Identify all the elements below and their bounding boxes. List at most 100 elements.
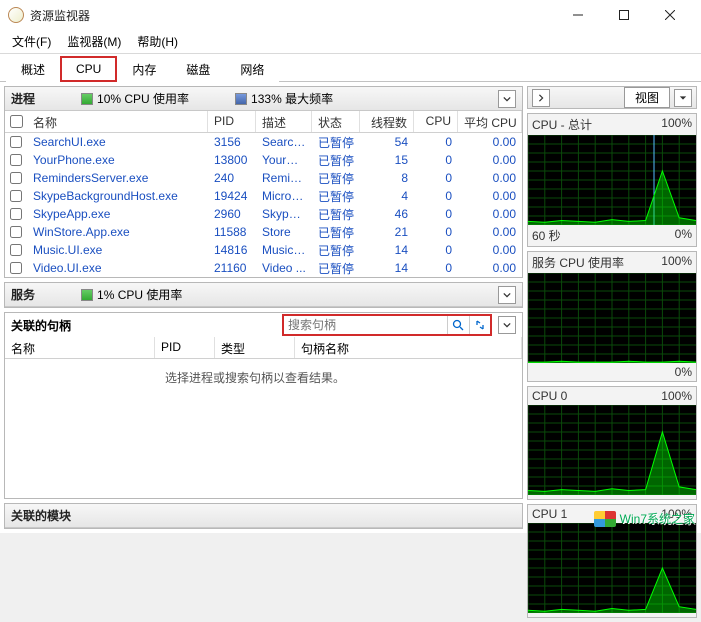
- tab-bar: 概述 CPU 内存 磁盘 网络: [0, 54, 701, 82]
- row-checkbox[interactable]: [10, 172, 22, 184]
- chart-canvas: [528, 273, 696, 363]
- table-row[interactable]: Video.UI.exe21160Video ...已暂停1400.00: [5, 259, 522, 277]
- menu-bar: 文件(F) 监视器(M) 帮助(H): [0, 30, 701, 54]
- cell-cpu: 0: [414, 225, 458, 239]
- select-all-checkbox[interactable]: [10, 115, 23, 128]
- row-checkbox[interactable]: [10, 208, 22, 220]
- tab-overview[interactable]: 概述: [6, 56, 60, 82]
- chart-max: 100%: [661, 389, 692, 403]
- col-avg[interactable]: 平均 CPU: [458, 111, 522, 132]
- cpu-meter-icon: [81, 93, 93, 105]
- cell-threads: 14: [360, 243, 414, 257]
- cell-cpu: 0: [414, 153, 458, 167]
- cell-avg: 0.00: [458, 261, 522, 275]
- table-row[interactable]: SkypeApp.exe2960SkypeA...已暂停4600.00: [5, 205, 522, 223]
- table-row[interactable]: WinStore.App.exe11588Store已暂停2100.00: [5, 223, 522, 241]
- cell-threads: 4: [360, 189, 414, 203]
- refresh-icon[interactable]: [469, 316, 491, 334]
- chart-title: CPU 1: [532, 507, 567, 521]
- cell-desc: Search ...: [256, 135, 312, 149]
- table-row[interactable]: YourPhone.exe13800YourPh...已暂停1500.00: [5, 151, 522, 169]
- view-button[interactable]: 视图: [624, 87, 670, 108]
- cell-avg: 0.00: [458, 189, 522, 203]
- col-cpu[interactable]: CPU: [414, 111, 458, 132]
- tab-memory[interactable]: 内存: [117, 56, 171, 82]
- table-row[interactable]: SearchUI.exe3156Search ...已暂停5400.00: [5, 133, 522, 151]
- row-checkbox[interactable]: [10, 244, 22, 256]
- cell-desc: Remin...: [256, 171, 312, 185]
- maximize-button[interactable]: [601, 0, 647, 30]
- hcol-hname[interactable]: 句柄名称: [295, 337, 522, 358]
- freq-meter-label: 133% 最大频率: [251, 90, 333, 107]
- hcol-name[interactable]: 名称: [5, 337, 155, 358]
- title-bar: 资源监视器: [0, 0, 701, 30]
- chart-max: 100%: [661, 254, 692, 271]
- search-icon[interactable]: [447, 316, 469, 334]
- hcol-type[interactable]: 类型: [215, 337, 295, 358]
- row-checkbox[interactable]: [10, 262, 22, 274]
- table-row[interactable]: SkypeBackgroundHost.exe19424Micros...已暂停…: [5, 187, 522, 205]
- handles-search-input[interactable]: [284, 318, 447, 332]
- col-threads[interactable]: 线程数: [360, 111, 414, 132]
- close-button[interactable]: [647, 0, 693, 30]
- row-checkbox[interactable]: [10, 136, 22, 148]
- cell-threads: 54: [360, 135, 414, 149]
- cell-status: 已暂停: [312, 170, 360, 187]
- menu-monitor[interactable]: 监视器(M): [59, 31, 129, 52]
- chart-title: 服务 CPU 使用率: [532, 254, 624, 271]
- chart-block: CPU - 总计100%60 秒0%: [527, 113, 697, 247]
- cell-avg: 0.00: [458, 243, 522, 257]
- col-status[interactable]: 状态: [312, 111, 360, 132]
- row-checkbox[interactable]: [10, 226, 22, 238]
- cpu-meter-label: 10% CPU 使用率: [97, 90, 189, 107]
- freq-meter-icon: [235, 93, 247, 105]
- handles-panel: 关联的句柄 名称 PID 类型 句柄名称 选择进程或搜索句柄以查看结果。: [4, 312, 523, 499]
- menu-help[interactable]: 帮助(H): [129, 31, 186, 52]
- chart-canvas: [528, 523, 696, 613]
- menu-file[interactable]: 文件(F): [4, 31, 59, 52]
- modules-panel: 关联的模块: [4, 503, 523, 529]
- hcol-pid[interactable]: PID: [155, 337, 215, 358]
- charts-toolbar: 视图: [527, 86, 697, 109]
- chart-title: CPU 0: [532, 389, 567, 403]
- col-name[interactable]: 名称: [27, 111, 208, 132]
- chart-title: CPU - 总计: [532, 116, 592, 133]
- row-checkbox[interactable]: [10, 154, 22, 166]
- col-desc[interactable]: 描述: [256, 111, 312, 132]
- processes-title: 进程: [11, 90, 35, 107]
- handles-collapse-button[interactable]: [498, 316, 516, 334]
- row-checkbox[interactable]: [10, 190, 22, 202]
- cell-pid: 19424: [208, 189, 256, 203]
- cell-name: SearchUI.exe: [27, 135, 208, 149]
- handles-column-headers: 名称 PID 类型 句柄名称: [5, 337, 522, 359]
- chart-max: 100%: [661, 507, 692, 521]
- services-collapse-button[interactable]: [498, 286, 516, 304]
- cell-threads: 21: [360, 225, 414, 239]
- cell-pid: 21160: [208, 261, 256, 275]
- cell-name: RemindersServer.exe: [27, 171, 208, 185]
- table-row[interactable]: RemindersServer.exe240Remin...已暂停800.00: [5, 169, 522, 187]
- chart-foot-right: 0%: [675, 227, 692, 244]
- tab-cpu[interactable]: CPU: [60, 56, 117, 82]
- tab-disk[interactable]: 磁盘: [171, 56, 225, 82]
- cell-threads: 15: [360, 153, 414, 167]
- cell-name: Music.UI.exe: [27, 243, 208, 257]
- cell-pid: 240: [208, 171, 256, 185]
- cell-cpu: 0: [414, 189, 458, 203]
- chart-expand-button[interactable]: [532, 89, 550, 107]
- view-dropdown-button[interactable]: [674, 89, 692, 107]
- processes-collapse-button[interactable]: [498, 90, 516, 108]
- cell-desc: Video ...: [256, 261, 312, 275]
- cell-pid: 14816: [208, 243, 256, 257]
- cell-desc: Music ...: [256, 243, 312, 257]
- cell-avg: 0.00: [458, 225, 522, 239]
- col-pid[interactable]: PID: [208, 111, 256, 132]
- tab-network[interactable]: 网络: [225, 56, 279, 82]
- table-row[interactable]: Music.UI.exe14816Music ...已暂停1400.00: [5, 241, 522, 259]
- cell-name: SkypeBackgroundHost.exe: [27, 189, 208, 203]
- cell-status: 已暂停: [312, 260, 360, 277]
- chart-block: CPU 1 100%: [527, 504, 697, 618]
- cell-pid: 11588: [208, 225, 256, 239]
- minimize-button[interactable]: [555, 0, 601, 30]
- app-icon: [8, 7, 24, 23]
